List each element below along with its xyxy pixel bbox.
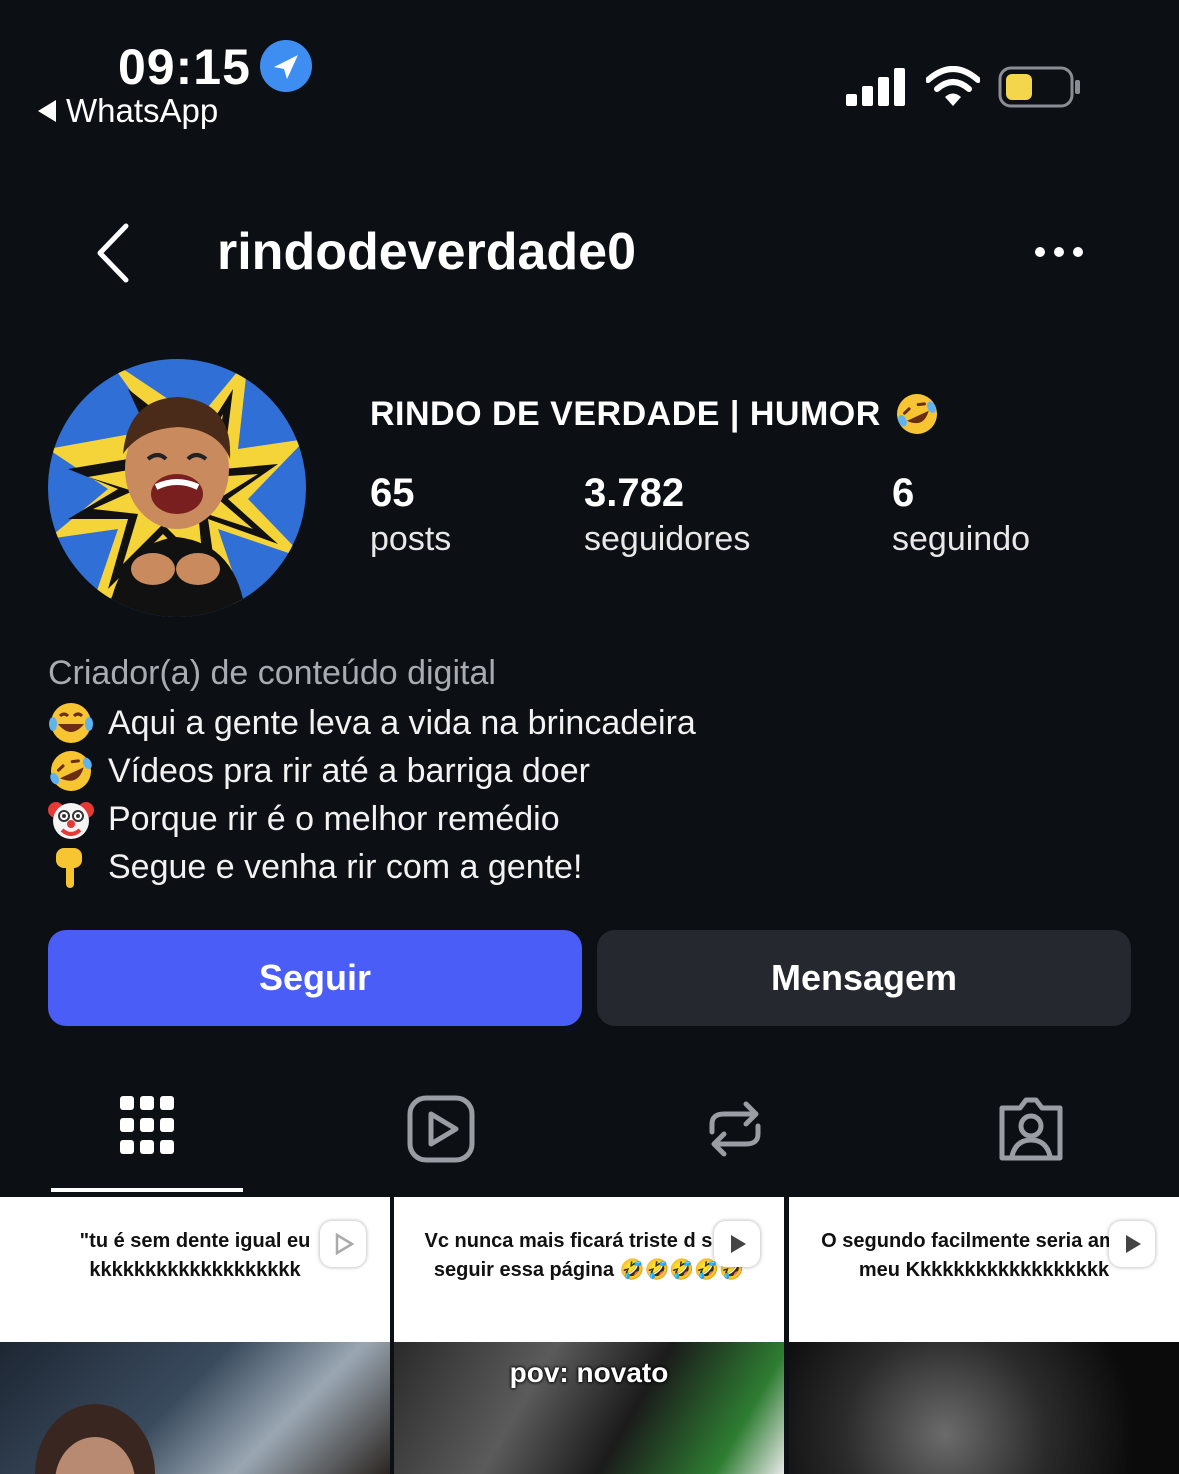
clown-face-icon [48, 802, 94, 839]
bio-line: Aqui a gente leva a vida na brincadeira [48, 700, 696, 746]
post-thumbnail [789, 1342, 1179, 1474]
more-options-icon[interactable] [1034, 242, 1084, 262]
bio-text: Vídeos pra rir até a barriga doer [108, 751, 590, 790]
stat-following-label: seguindo [892, 520, 1031, 558]
post-tile[interactable]: O segundo facilmente seria amigo meu Kkk… [789, 1197, 1179, 1474]
bio-text: Porque rir é o melhor remédio [108, 799, 560, 838]
profile-category: Criador(a) de conteúdo digital [48, 654, 496, 692]
reels-icon[interactable] [406, 1094, 476, 1164]
back-app-label: WhatsApp [66, 92, 219, 129]
stat-followers-label: seguidores [584, 520, 751, 558]
stat-posts-label: posts [370, 520, 452, 558]
profile-username: rindodeverdade0 [217, 223, 637, 281]
grid-icon[interactable] [112, 1094, 182, 1164]
stat-posts[interactable]: 65 posts [370, 470, 451, 562]
wifi-icon [926, 66, 980, 106]
rolling-laughing-icon [896, 394, 937, 434]
post-overlay-text: pov: novato [509, 1357, 669, 1388]
back-chevron-icon[interactable] [92, 222, 136, 284]
display-name-text: RINDO DE VERDADE | HUMOR [370, 394, 881, 433]
cellular-signal-icon [846, 68, 905, 106]
tagged-icon[interactable] [996, 1094, 1066, 1164]
stat-posts-value: 65 [370, 471, 415, 515]
location-arrow-icon [260, 40, 312, 92]
profile-avatar[interactable] [48, 359, 306, 617]
stat-followers[interactable]: 3.782 seguidores [584, 470, 750, 562]
post-thumbnail [0, 1342, 390, 1474]
profile-display-name: RINDO DE VERDADE | HUMOR [370, 392, 939, 436]
post-tile[interactable]: "tu é sem dente igual eu kkkkkkkkkkkkkkk… [0, 1197, 390, 1474]
rolling-laughing-icon [50, 751, 92, 791]
post-tile[interactable]: Vc nunca mais ficará triste d s que segu… [394, 1197, 784, 1474]
reel-play-icon [1109, 1221, 1155, 1267]
stat-following-value: 6 [892, 471, 915, 515]
reposts-icon[interactable] [700, 1094, 770, 1164]
reel-play-icon [714, 1221, 760, 1267]
reel-play-icon [320, 1221, 366, 1267]
stat-followers-value: 3.782 [584, 471, 685, 515]
back-to-app-link[interactable]: WhatsApp [38, 92, 218, 130]
pointing-down-icon [56, 848, 82, 888]
back-triangle-icon [38, 100, 56, 122]
status-time: 09:15 [118, 39, 251, 95]
bio-line: Porque rir é o melhor remédio [48, 796, 560, 842]
active-tab-indicator [51, 1188, 243, 1192]
battery-icon [998, 66, 1080, 108]
follow-button[interactable]: Seguir [48, 930, 582, 1026]
tears-of-joy-icon [49, 703, 93, 743]
message-button[interactable]: Mensagem [597, 930, 1131, 1026]
bio-line: Vídeos pra rir até a barriga doer [48, 748, 590, 794]
bio-text: Aqui a gente leva a vida na brincadeira [108, 703, 696, 742]
bio-text: Segue e venha rir com a gente! [108, 847, 583, 886]
bio-line: Segue e venha rir com a gente! [48, 844, 582, 890]
stat-following[interactable]: 6 seguindo [892, 470, 1030, 562]
